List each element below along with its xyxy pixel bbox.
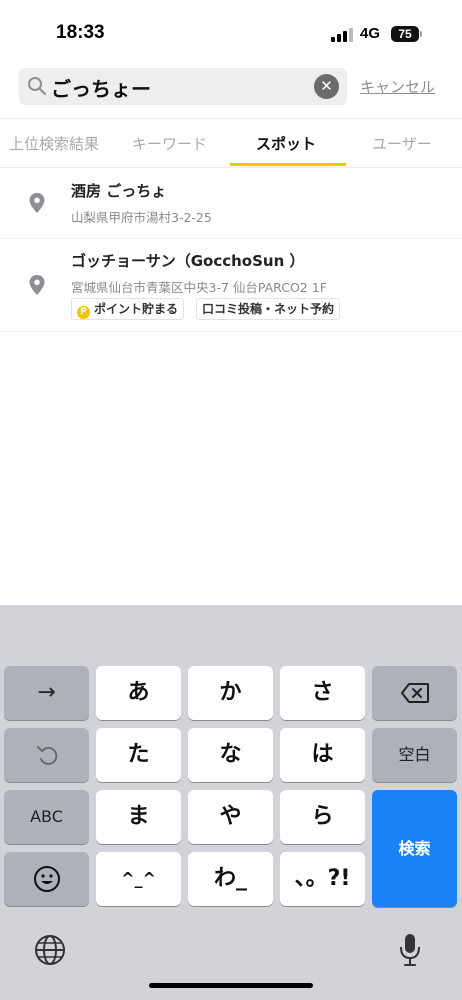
tab-bar: 上位検索結果 キーワード スポット ユーザー [0,118,462,168]
backspace-key[interactable] [372,666,457,720]
location-pin-icon [29,193,45,213]
clear-icon[interactable]: ✕ [314,74,339,99]
battery-icon: 75 [391,26,419,42]
space-key[interactable]: 空白 [372,728,457,782]
signal-icon [331,28,353,42]
emoji-key[interactable] [4,852,89,906]
key-ra[interactable]: ら [280,790,365,844]
tab-keyword[interactable]: キーワード [132,133,207,154]
network-type: 4G [360,25,381,42]
search-icon [28,77,47,96]
key-ha[interactable]: は [280,728,365,782]
point-coin-icon: P [77,306,90,319]
reservation-badge: 口コミ投稿・ネット予約 [196,298,341,320]
undo-icon [36,746,57,765]
result-divider [0,238,462,239]
cancel-button[interactable]: キャンセル [360,76,435,97]
emoji-icon [33,866,60,892]
badge-label: ポイント貯まる [94,302,179,316]
points-badge: P ポイント貯まる [71,298,185,320]
battery-tip [420,31,422,37]
key-ya[interactable]: や [188,790,273,844]
tab-top-results[interactable]: 上位検索結果 [9,133,99,154]
tab-spot[interactable]: スポット [256,133,316,154]
active-tab-indicator [230,163,346,166]
key-ta[interactable]: た [96,728,181,782]
globe-icon[interactable] [33,933,67,967]
location-pin-icon [29,275,45,295]
key-sa[interactable]: さ [280,666,365,720]
key-a[interactable]: あ [96,666,181,720]
tab-user[interactable]: ユーザー [372,133,432,154]
battery-level: 75 [398,27,412,41]
search-bar[interactable]: ✕ [19,68,347,105]
result-divider [0,331,462,332]
result-title: ゴッチョーサン（GocchoSun ） [71,252,305,270]
key-next-arrow[interactable]: → [4,666,89,720]
result-address: 宮城県仙台市青葉区中央3-7 仙台PARCO2 1F [71,280,327,295]
key-na[interactable]: な [188,728,273,782]
result-address: 山梨県甲府市湯村3-2-25 [71,210,212,225]
search-input[interactable] [51,74,301,100]
status-time: 18:33 [56,22,105,43]
microphone-icon[interactable] [398,932,422,968]
key-ma[interactable]: ま [96,790,181,844]
key-kaomoji[interactable]: ^_^ [96,852,181,906]
key-ka[interactable]: か [188,666,273,720]
key-punctuation[interactable]: 、。?! [280,852,365,906]
abc-key[interactable]: ABC [4,790,89,844]
undo-key[interactable] [4,728,89,782]
home-indicator [149,983,313,988]
result-title: 酒房 ごっちょ [71,182,167,200]
key-wa[interactable]: わ_ [188,852,273,906]
backspace-icon [400,683,429,703]
badge-label: 口コミ投稿・ネット予約 [202,302,335,316]
search-key[interactable]: 検索 [372,790,457,907]
status-bar: 18:33 4G 75 [0,0,462,64]
